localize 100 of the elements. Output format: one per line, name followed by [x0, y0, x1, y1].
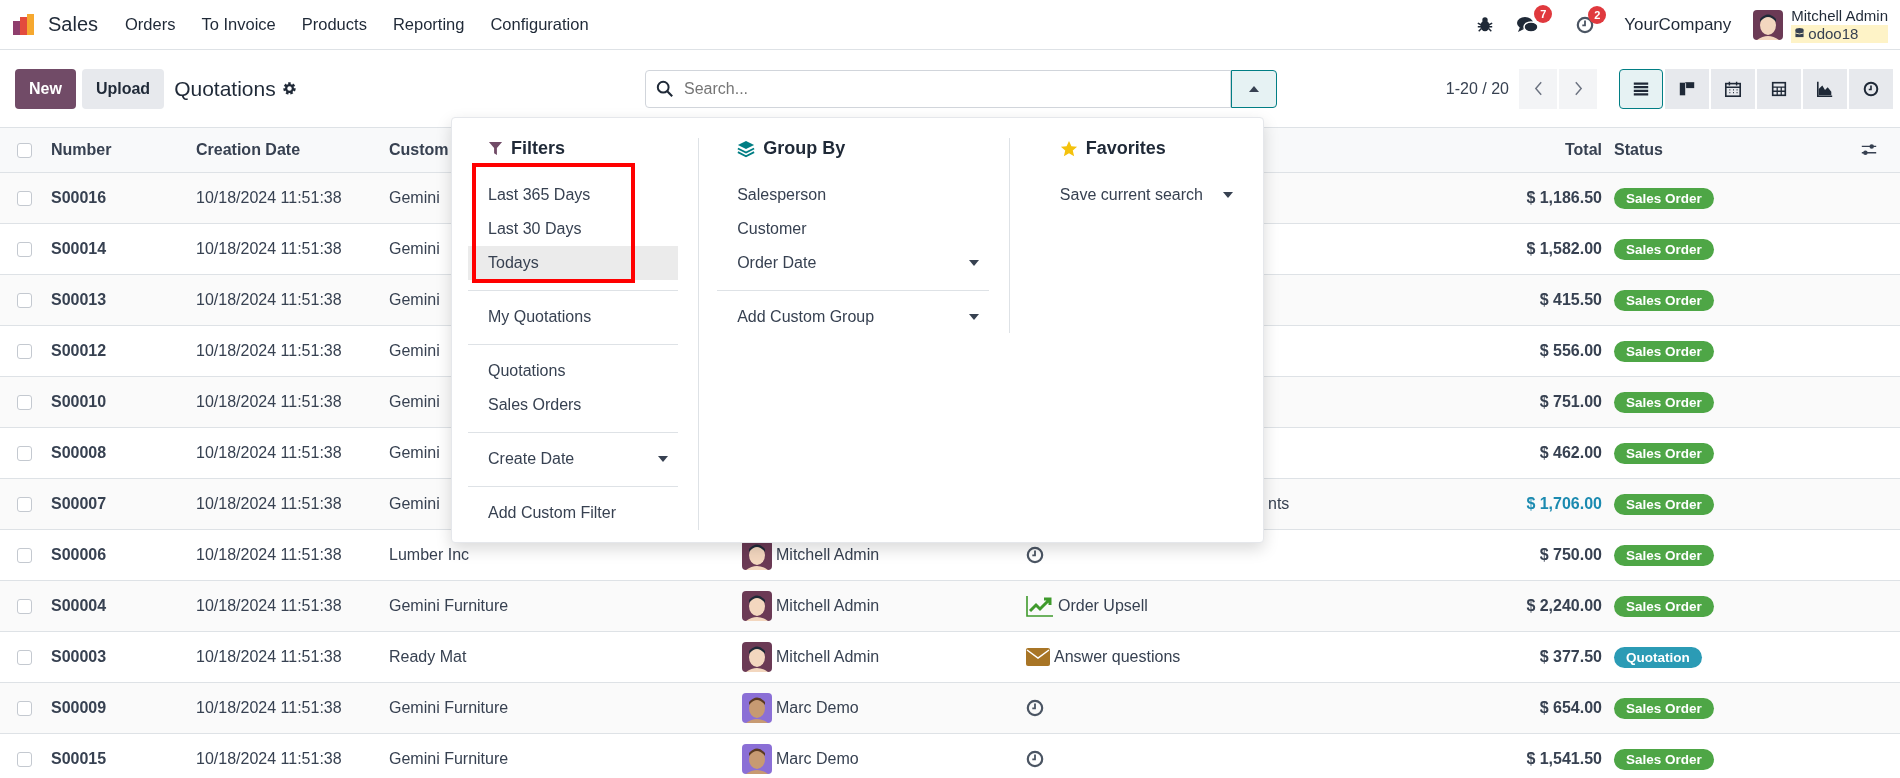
table-cell: 10/18/2024 11:51:38 [196, 444, 342, 462]
caret-icon [968, 260, 979, 266]
status-tag: Sales Order [1614, 289, 1714, 311]
total-amount: $ 751.00 [1539, 393, 1602, 411]
menu-option[interactable]: My Quotations [468, 300, 679, 334]
table-cell: 10/18/2024 11:51:38 [196, 597, 342, 615]
bug-icon[interactable] [1476, 15, 1495, 34]
user-name[interactable]: Mitchell Admin [1791, 6, 1888, 25]
menu-item[interactable]: Products [288, 15, 380, 34]
settings-icon[interactable] [281, 81, 297, 96]
order-number: S00003 [51, 648, 107, 666]
table-cell: 10/18/2024 11:51:38 [196, 240, 342, 258]
clock-icon [1026, 750, 1044, 768]
status-tag: Sales Order [1614, 340, 1714, 362]
row-checkbox[interactable] [17, 649, 32, 665]
menu-item[interactable]: Configuration [477, 15, 602, 34]
kanban-view-icon [1678, 79, 1696, 98]
total-amount: $ 1,706.00 [1526, 495, 1602, 513]
caret-icon [658, 456, 669, 462]
trend-chart-icon [1026, 595, 1054, 617]
column-header[interactable]: Number [51, 141, 112, 159]
menu-option[interactable]: Save current search [1039, 178, 1243, 212]
menu-option[interactable]: Last 30 Days [468, 212, 679, 246]
row-checkbox[interactable] [17, 445, 32, 461]
menu-option[interactable]: Sales Orders [468, 388, 679, 422]
view-switch-button[interactable] [1665, 68, 1709, 109]
menu-option[interactable]: Add Custom Group [717, 300, 989, 334]
search-field[interactable]: Search... [645, 69, 1231, 108]
upload-button[interactable]: Upload [81, 68, 165, 109]
table-cell: Gemini Furniture [389, 699, 509, 717]
chevron-right-icon [1573, 81, 1583, 96]
menu-option[interactable]: Customer [717, 212, 989, 246]
company-name[interactable]: YourCompany [1624, 14, 1732, 35]
menu-option[interactable]: Quotations [468, 354, 679, 388]
row-checkbox[interactable] [17, 190, 32, 206]
app-logo-icon[interactable] [12, 12, 36, 37]
table-cell: Gemini [389, 495, 440, 513]
column-header[interactable]: Status [1602, 141, 1663, 159]
previous-button[interactable] [1519, 68, 1557, 109]
search-input[interactable]: Search... [682, 78, 1220, 99]
table-cell: 10/18/2024 11:51:38 [196, 699, 342, 717]
row-checkbox[interactable] [17, 751, 32, 767]
column-header[interactable]: Creation Date [196, 141, 301, 159]
row-checkbox[interactable] [17, 598, 32, 614]
status-tag: Sales Order [1614, 697, 1714, 719]
view-switch-button[interactable] [1803, 68, 1847, 109]
menu-option[interactable]: Salesperson [717, 178, 989, 212]
search-options-toggle[interactable] [1231, 69, 1277, 108]
total-amount: $ 654.00 [1539, 699, 1602, 717]
caret-icon [968, 314, 979, 320]
row-checkbox[interactable] [17, 292, 32, 308]
status-tag: Sales Order [1614, 391, 1714, 413]
column-header[interactable]: Custom [389, 141, 449, 159]
next-button[interactable] [1559, 68, 1597, 109]
chat-icon[interactable] [1516, 14, 1541, 35]
menu-item[interactable]: Reporting [379, 15, 478, 34]
menu-item[interactable]: To Invoice [188, 15, 289, 34]
table-cell: 10/18/2024 11:51:38 [196, 546, 342, 564]
database-icon [1795, 28, 1805, 39]
view-switch-button[interactable] [1619, 68, 1663, 109]
order-number: S00016 [51, 189, 107, 207]
menu-item[interactable]: Orders [112, 15, 189, 34]
order-number: S00013 [51, 291, 107, 309]
menu-option[interactable]: Todays [468, 246, 679, 280]
clock-icon [1576, 15, 1595, 34]
salesperson-name: Mitchell Admin [776, 546, 880, 564]
view-switch-button[interactable] [1849, 68, 1893, 109]
column-header[interactable]: Total [1564, 141, 1602, 159]
salesperson-name: Mitchell Admin [776, 648, 880, 666]
menu-option[interactable]: Create Date [468, 442, 679, 476]
avatar-icon [1753, 9, 1784, 40]
star-icon [1059, 139, 1078, 158]
activity-text: nts [1268, 495, 1290, 513]
row-checkbox[interactable] [17, 394, 32, 410]
table-cell: Gemini [389, 189, 440, 207]
table-cell: Gemini Furniture [389, 597, 509, 615]
new-button[interactable]: New [15, 68, 76, 109]
row-checkbox[interactable] [17, 700, 32, 716]
row-checkbox[interactable] [17, 496, 32, 512]
order-number: S00009 [51, 699, 107, 717]
table-cell: 10/18/2024 11:51:38 [196, 189, 342, 207]
status-tag: Sales Order [1614, 748, 1714, 770]
view-switch-button[interactable] [1711, 68, 1755, 109]
salesperson-name: Marc Demo [776, 750, 859, 768]
menu-option[interactable]: Order Date [717, 246, 989, 280]
row-checkbox[interactable] [17, 547, 32, 563]
total-amount: $ 415.50 [1539, 291, 1602, 309]
row-checkbox[interactable] [17, 241, 32, 257]
order-number: S00004 [51, 597, 107, 615]
select-all-checkbox[interactable] [17, 142, 32, 158]
activity-text: Answer questions [1054, 648, 1181, 666]
menu-option[interactable]: Add Custom Filter [468, 496, 679, 530]
status-tag: Sales Order [1614, 442, 1714, 464]
order-number: S00014 [51, 240, 107, 258]
total-amount: $ 2,240.00 [1526, 597, 1602, 615]
menu-option[interactable]: Last 365 Days [468, 178, 679, 212]
total-amount: $ 556.00 [1539, 342, 1602, 360]
view-switch-button[interactable] [1757, 68, 1801, 109]
app-name[interactable]: Sales [48, 13, 99, 36]
row-checkbox[interactable] [17, 343, 32, 359]
